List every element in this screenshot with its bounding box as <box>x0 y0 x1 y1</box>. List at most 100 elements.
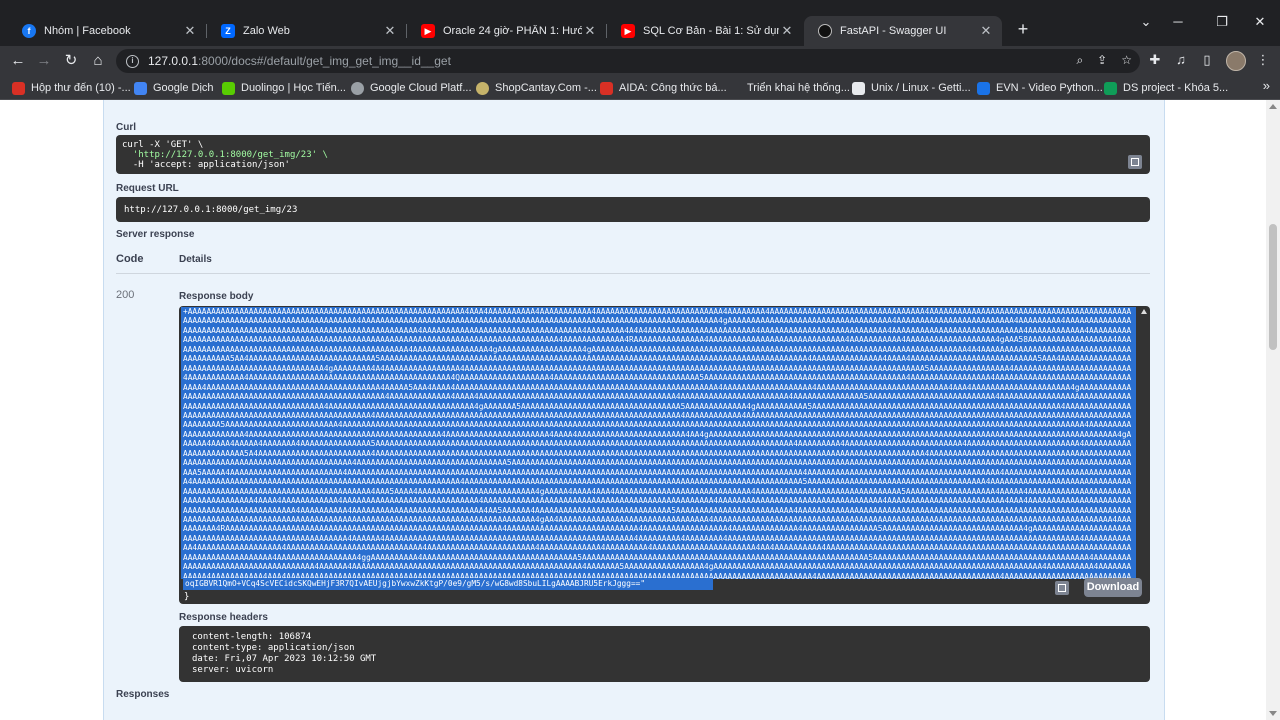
address-bar[interactable]: i 127.0.0.1:8000/docs#/default/get_img_g… <box>116 49 1140 73</box>
forward-button[interactable]: → <box>33 50 55 72</box>
side-panel-icon[interactable]: ▯ <box>1198 52 1216 68</box>
swagger-page: Curl curl -X 'GET' \ 'http://127.0.0.1:8… <box>0 100 1280 720</box>
bookmark-unix-linux[interactable]: Unix / Linux - Getti... <box>852 80 971 96</box>
tab-sql-youtube[interactable]: ▶ SQL Cơ Bản - Bài 1: Sử dụng câu ✕ <box>607 16 803 46</box>
home-button[interactable]: ⌂ <box>87 50 109 72</box>
bookmark-google-translate[interactable]: Google Dịch <box>134 80 214 96</box>
shop-icon <box>476 81 489 95</box>
zalo-icon: Z <box>221 24 235 38</box>
menu-kebab-icon[interactable]: ⋮ <box>1254 52 1272 68</box>
column-details: Details <box>179 254 212 265</box>
globe-icon <box>351 81 364 95</box>
responses-label: Responses <box>116 689 170 700</box>
youtube-icon: ▶ <box>421 24 435 38</box>
curl-line: curl -X 'GET' \ <box>122 140 204 150</box>
curl-line: 'http://127.0.0.1:8000/get_img/23' \ <box>122 150 328 160</box>
unix-icon <box>852 81 865 95</box>
scrollbar-thumb[interactable] <box>1269 224 1277 350</box>
close-icon[interactable]: ✕ <box>582 23 598 39</box>
bookmarks-overflow-icon[interactable]: » <box>1263 78 1270 93</box>
google-translate-icon <box>134 81 147 95</box>
url-path: :8000/docs#/default/get_img_get_img__id_… <box>198 54 451 68</box>
bookmark-duolingo[interactable]: Duolingo | Học Tiến... <box>222 80 346 96</box>
browser-toolbar: ← → ↻ ⌂ i 127.0.0.1:8000/docs#/default/g… <box>0 46 1280 76</box>
bookmark-label: Duolingo | Học Tiến... <box>241 82 346 94</box>
bookmark-label: Unix / Linux - Getti... <box>871 82 971 94</box>
sheets-icon <box>1104 81 1117 95</box>
back-button[interactable]: ← <box>7 50 29 72</box>
blank-page-icon <box>728 81 741 95</box>
response-body-text-selected[interactable]: +AAAAAAAAAAAAAAAAAAAAAAAAAAAAAAAAAAAAAAA… <box>181 307 1136 579</box>
curl-label: Curl <box>116 122 136 133</box>
copy-to-clipboard-icon[interactable] <box>1128 155 1142 169</box>
copy-to-clipboard-icon[interactable] <box>1055 581 1069 595</box>
tab-title: Zalo Web <box>243 25 290 37</box>
bookmark-google-cloud[interactable]: Google Cloud Platf... <box>351 80 472 96</box>
share-icon[interactable]: ⇪ <box>1097 53 1107 68</box>
header-line: server: uvicorn <box>192 665 274 675</box>
response-body-closing: } <box>184 592 190 602</box>
page-scrollbar[interactable] <box>1266 100 1280 720</box>
bookmark-label: Triển khai hệ thống... <box>747 82 850 94</box>
bookmark-ds-project[interactable]: DS project - Khóa 5... <box>1104 80 1228 96</box>
extensions-icon[interactable]: ✚ <box>1146 52 1164 68</box>
url-host: 127.0.0.1 <box>148 54 199 68</box>
response-table-header: Code Details <box>116 248 1150 274</box>
tab-search-icon[interactable]: ⌄ <box>1136 14 1156 30</box>
browser-tab-strip: f Nhóm | Facebook ✕ Z Zalo Web ✕ ▶ Oracl… <box>0 0 1280 46</box>
gmail-icon <box>12 81 25 95</box>
facebook-icon: f <box>22 24 36 38</box>
bookmarks-bar: Hộp thư đến (10) -... Google Dịch Duolin… <box>0 76 1280 100</box>
bookmark-label: DS project - Khóa 5... <box>1123 82 1229 94</box>
restore-button[interactable]: ❐ <box>1212 14 1232 30</box>
bookmark-label: Google Dịch <box>153 82 214 94</box>
media-control-icon[interactable]: ♫ <box>1172 52 1190 67</box>
reload-button[interactable]: ↻ <box>60 50 82 72</box>
bookmark-label: EVN - Video Python... <box>996 82 1103 94</box>
bookmark-label: Hộp thư đến (10) -... <box>31 82 131 94</box>
scroll-up-arrow-icon[interactable] <box>1269 104 1277 109</box>
bookmark-star-icon[interactable]: ☆ <box>1121 53 1132 68</box>
bookmark-trien-khai[interactable]: Triển khai hệ thống... <box>728 80 850 96</box>
tab-zalo[interactable]: Z Zalo Web ✕ <box>207 16 406 46</box>
tab-oracle-youtube[interactable]: ▶ Oracle 24 giờ- PHẦN 1: Hướng dẫ ✕ <box>407 16 606 46</box>
close-window-button[interactable]: ✕ <box>1250 14 1270 30</box>
site-info-icon[interactable]: i <box>126 54 139 68</box>
header-line: date: Fri,07 Apr 2023 10:12:50 GMT <box>192 654 377 664</box>
response-headers-label: Response headers <box>179 612 268 623</box>
scroll-down-arrow-icon[interactable] <box>1269 711 1277 716</box>
scroll-up-arrow-icon[interactable] <box>1141 309 1147 314</box>
status-code: 200 <box>116 289 135 301</box>
close-icon[interactable]: ✕ <box>182 23 198 39</box>
new-tab-button[interactable]: + <box>1012 18 1034 40</box>
zoom-search-icon[interactable]: ⌕ <box>1076 53 1083 68</box>
minimize-button[interactable]: ─ <box>1168 14 1188 29</box>
close-icon[interactable]: ✕ <box>978 23 994 39</box>
bookmark-evn[interactable]: EVN - Video Python... <box>977 80 1103 96</box>
evn-icon <box>977 81 990 95</box>
duolingo-icon <box>222 81 235 95</box>
tab-fastapi-swagger[interactable]: FastAPI - Swagger UI ✕ <box>804 16 1002 46</box>
profile-avatar[interactable] <box>1226 51 1246 71</box>
request-url-label: Request URL <box>116 183 179 194</box>
request-url-value: http://127.0.0.1:8000/get_img/23 <box>116 197 1150 222</box>
bookmark-shopcantay[interactable]: ShopCantay.Com -... <box>476 80 597 96</box>
bookmark-label: Google Cloud Platf... <box>370 82 472 94</box>
star-icon <box>600 81 613 95</box>
close-icon[interactable]: ✕ <box>779 23 795 39</box>
close-icon[interactable]: ✕ <box>382 23 398 39</box>
response-body-block[interactable]: +AAAAAAAAAAAAAAAAAAAAAAAAAAAAAAAAAAAAAAA… <box>179 306 1150 604</box>
curl-code-block: curl -X 'GET' \ 'http://127.0.0.1:8000/g… <box>116 135 1150 174</box>
youtube-icon: ▶ <box>621 24 635 38</box>
response-headers-block: content-length: 106874 content-type: app… <box>179 626 1150 682</box>
fastapi-icon <box>818 24 832 38</box>
header-line: content-length: 106874 <box>192 632 312 642</box>
bookmark-aida[interactable]: AIDA: Công thức bá... <box>600 80 727 96</box>
column-code: Code <box>116 253 144 265</box>
download-button[interactable]: Download <box>1084 578 1142 597</box>
tab-title: Nhóm | Facebook <box>44 25 131 37</box>
bookmark-gmail[interactable]: Hộp thư đến (10) -... <box>12 80 131 96</box>
tab-facebook[interactable]: f Nhóm | Facebook ✕ <box>8 16 206 46</box>
bookmark-label: AIDA: Công thức bá... <box>619 82 727 94</box>
server-response-label: Server response <box>116 229 195 240</box>
